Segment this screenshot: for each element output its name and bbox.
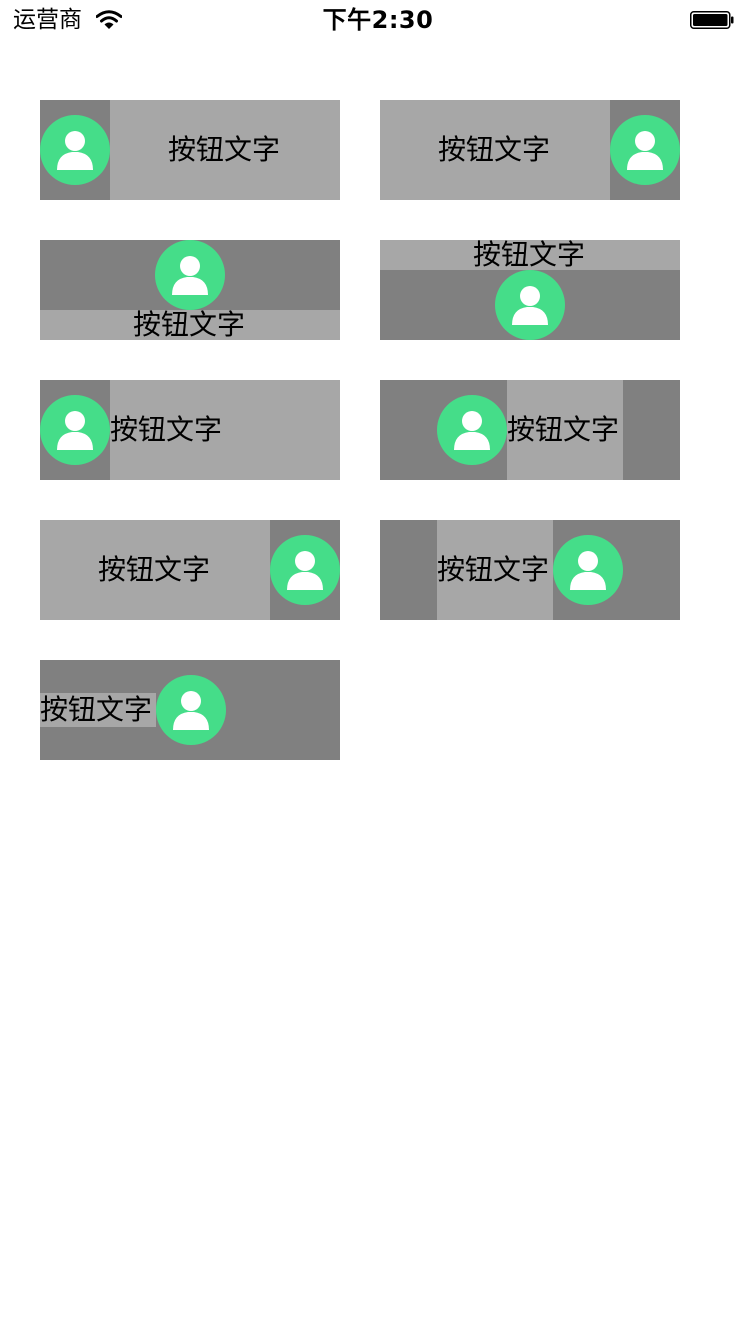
image-left-button[interactable]: 按钮文字	[40, 100, 340, 200]
image-right-text-center-button[interactable]: 按钮文字	[40, 520, 340, 620]
battery-icon	[690, 11, 734, 29]
person-avatar-icon	[553, 535, 623, 605]
button-label: 按钮文字	[168, 133, 281, 166]
person-avatar-icon	[156, 675, 226, 745]
person-avatar-icon	[40, 395, 110, 465]
person-avatar-icon	[40, 115, 110, 185]
person-avatar-icon	[437, 395, 507, 465]
button-label: 按钮文字	[110, 413, 223, 446]
person-avatar-icon	[610, 115, 680, 185]
button-label: 按钮文字	[473, 240, 586, 271]
button-label: 按钮文字	[98, 553, 211, 586]
person-avatar-icon	[270, 535, 340, 605]
image-left-centered-button[interactable]: 按钮文字	[380, 380, 680, 480]
button-label: 按钮文字	[133, 308, 246, 340]
button-label: 按钮文字	[438, 133, 551, 166]
image-bottom-button[interactable]: 按钮文字	[380, 240, 680, 340]
person-avatar-icon	[155, 240, 225, 310]
status-bar: 运营商 下午2:30	[0, 0, 750, 40]
button-label: 按钮文字	[40, 693, 153, 726]
image-left-aligned-button[interactable]: 按钮文字	[40, 380, 340, 480]
image-right-button[interactable]: 按钮文字	[380, 100, 680, 200]
image-right-centered-button[interactable]: 按钮文字	[380, 520, 680, 620]
button-label: 按钮文字	[437, 553, 550, 586]
person-avatar-icon	[495, 270, 565, 340]
status-time: 下午2:30	[322, 6, 434, 34]
image-top-button[interactable]: 按钮文字	[40, 240, 340, 340]
button-label: 按钮文字	[507, 413, 620, 446]
image-right-left-aligned-button[interactable]: 按钮文字	[40, 660, 340, 760]
